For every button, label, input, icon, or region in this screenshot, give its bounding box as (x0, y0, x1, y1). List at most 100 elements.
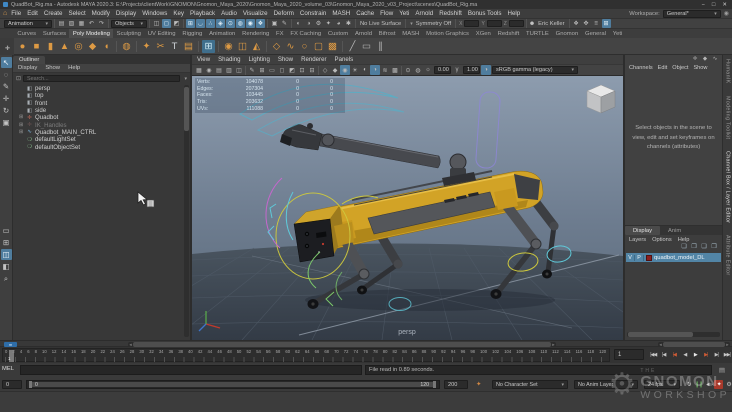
go-to-start-button[interactable]: |◀◀ (648, 352, 659, 358)
lock-selection-icon[interactable]: ▣ (270, 19, 279, 28)
empty-layer-icon[interactable]: ❑ (700, 244, 708, 252)
anim-layer-dropdown[interactable]: No Anim Layer ▾ (574, 380, 638, 389)
animation-start-field[interactable]: 0 (2, 380, 22, 389)
menu-item[interactable]: Visualize (240, 10, 271, 17)
scrollbar-thumb[interactable] (184, 87, 189, 131)
select-camera-icon[interactable]: ▦ (194, 65, 204, 75)
shadows-icon[interactable]: ◐ (360, 65, 370, 75)
channel-box-toggle-icon[interactable]: ⊞ (601, 19, 611, 28)
wireframe-icon[interactable]: ◇ (320, 65, 330, 75)
outliner-item-default-object-set[interactable]: ❍ defaultObjectSet (13, 143, 190, 151)
shelf-tab-fx-caching[interactable]: FX Caching (287, 29, 325, 38)
gamma-field[interactable]: 1.00 (463, 66, 480, 74)
xray-icon[interactable]: ◍ (413, 65, 423, 75)
lasso-select-tool[interactable]: ◌ (1, 69, 12, 80)
character-set-dropdown[interactable]: No Character Set ▾ (492, 380, 568, 389)
channel-graph-icon[interactable]: ∿ (711, 56, 719, 63)
outliner-item-persp[interactable]: ◧ persp (13, 85, 190, 92)
shelf-options-icon[interactable]: ✚ (5, 45, 10, 52)
shelf-tab-poly-modeling[interactable]: Poly Modeling (69, 29, 114, 38)
highlight-selection-icon[interactable]: ✎ (280, 19, 289, 28)
outliner-item-quadbot[interactable]: ⊞ ✛ Quadbot (13, 114, 190, 121)
outliner-menu-item[interactable]: Display (18, 65, 37, 71)
shelf-tab-general[interactable]: General (582, 29, 610, 38)
go-to-end-button[interactable]: ▶▶| (722, 352, 732, 358)
auto-keyframe-toggle[interactable]: ✦ (714, 380, 723, 389)
channel-box-menu-item[interactable]: Show (693, 65, 707, 71)
shelf-tab-custom[interactable]: Custom (325, 29, 352, 38)
grid-toggle-icon[interactable]: ⊞ (257, 65, 267, 75)
curve-tool-icon[interactable]: ∿ (284, 40, 297, 53)
layer-menu-item[interactable]: Options (652, 237, 672, 243)
layout-four-pane[interactable]: ⊞ (1, 237, 12, 248)
paint-select-tool[interactable]: ✎ (1, 81, 12, 92)
layer-playback-toggle[interactable]: P (635, 254, 644, 261)
poly-disc-icon[interactable]: ◖ (100, 40, 113, 53)
step-back-frame-button[interactable]: |◀ (659, 352, 670, 358)
shelf-tab-yeti[interactable]: Yeti (609, 29, 625, 38)
zoom-tool[interactable]: ⌕ (1, 273, 12, 284)
save-scene-icon[interactable]: ▦ (77, 19, 86, 28)
filter-icon[interactable]: ⊡ (16, 75, 21, 82)
time-slider-track[interactable]: 0246810121416182022242628303234363840424… (2, 348, 610, 362)
outliner-item-ik-handles[interactable]: ⊞ ✛ IK_Handles (13, 121, 190, 129)
outliner-menu-item[interactable]: Show (45, 65, 60, 71)
menu-item[interactable]: Audio (218, 10, 240, 17)
menu-item[interactable]: Deform (271, 10, 297, 17)
new-scene-icon[interactable]: ▤ (57, 19, 66, 28)
hypershade-icon[interactable]: ✦ (324, 19, 333, 28)
command-input-field[interactable] (20, 365, 362, 375)
shelf-tab-rendering[interactable]: Rendering (239, 29, 273, 38)
range-slider-bar[interactable] (31, 382, 434, 387)
ipr-render-icon[interactable]: ◑ (304, 19, 313, 28)
render-view-icon[interactable]: ◐ (294, 19, 303, 28)
workspace-dropdown[interactable]: General* ▾ (662, 9, 721, 18)
paint-effects-icon[interactable]: ✱ (344, 19, 353, 28)
undo-icon[interactable]: ↶ (87, 19, 96, 28)
layer-menu-item[interactable]: Help (678, 237, 690, 243)
poly-cylinder-icon[interactable]: ▮ (44, 40, 57, 53)
expand-toggle-icon[interactable]: ⊞ (18, 130, 24, 135)
menu-item[interactable]: Playback (187, 10, 218, 17)
step-back-key-button[interactable]: |◀ (669, 352, 680, 358)
menu-item[interactable]: File (8, 10, 24, 17)
field-chart-icon[interactable]: ⊡ (297, 65, 307, 75)
ambient-occlusion-icon[interactable]: ◑ (370, 65, 380, 75)
title-bar[interactable]: QuadBot_Rig.ma - Autodesk MAYA 2020.3: E… (0, 0, 732, 9)
snap-point-icon[interactable]: ∴ (206, 19, 215, 28)
menu-item[interactable]: MASH (329, 10, 353, 17)
bookmarks-icon[interactable]: ▥ (224, 65, 234, 75)
lattice-icon[interactable]: ▩ (326, 40, 339, 53)
poly-cone-icon[interactable]: ▲ (58, 40, 71, 53)
tab-modeling-toolkit[interactable]: Modeling Toolkit (725, 96, 731, 139)
snap-curve-icon[interactable]: ◡ (196, 19, 205, 28)
render-settings-icon[interactable]: ⚙ (314, 19, 323, 28)
layer-color-swatch[interactable] (646, 254, 652, 261)
poly-sphere-icon[interactable]: ● (16, 40, 29, 53)
modeling-toolkit-icon[interactable]: ⊞ (202, 39, 215, 53)
workspace-lock-icon[interactable]: ◉ (724, 10, 729, 17)
image-plane-icon[interactable]: ◫ (234, 65, 244, 75)
outliner-menu-item[interactable]: Help (68, 65, 80, 71)
square-curve-icon[interactable]: ▢ (312, 40, 325, 53)
play-forward-button[interactable]: ▶ (690, 352, 701, 358)
shelf-tab-surfaces[interactable]: Surfaces (39, 29, 69, 38)
menu-item[interactable]: Modify (89, 10, 113, 17)
modeling-toolkit-toggle-icon[interactable]: ❖ (572, 19, 581, 28)
sweep-mesh-icon[interactable]: ▤ (182, 40, 195, 53)
tab-attribute-editor[interactable]: Attribute Editor (725, 235, 731, 275)
viewport-menu-item[interactable]: Lighting (248, 56, 269, 63)
scrollbar-thumb[interactable] (628, 332, 694, 337)
animation-preferences-icon[interactable]: ⚙ (724, 380, 732, 389)
select-object-icon[interactable]: ◻ (162, 19, 171, 28)
layer-menu-item[interactable]: Layers (629, 237, 646, 243)
shelf-tab-motion-graphics[interactable]: Motion Graphics (423, 29, 473, 38)
frame-tool-icon[interactable]: ▭ (360, 40, 373, 53)
pencil-tool-icon[interactable]: ╱ (346, 40, 359, 53)
outliner-item-default-light-set[interactable]: ❍ defaultLightSet (13, 136, 190, 143)
shelf-tab-arnold[interactable]: Arnold (352, 29, 376, 38)
outliner-item-side[interactable]: ◧ side (13, 107, 190, 114)
expand-toggle-icon[interactable]: ⊞ (18, 123, 24, 128)
range-end-handle[interactable] (433, 381, 436, 388)
layout-outliner-persp[interactable]: ◧ (1, 261, 12, 272)
